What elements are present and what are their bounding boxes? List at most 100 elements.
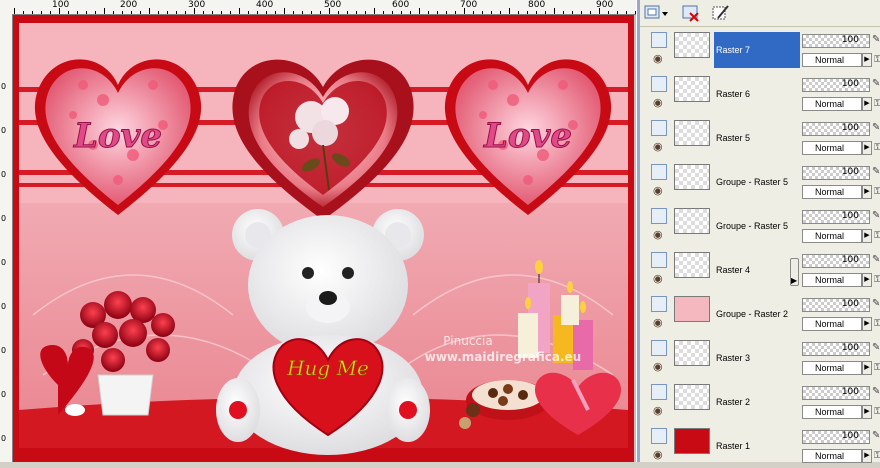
- visibility-eye-icon[interactable]: ◉: [653, 184, 663, 197]
- layer-row[interactable]: ◉ Raster 6: [650, 72, 800, 116]
- lock-icon[interactable]: ⚿: [874, 406, 880, 417]
- layer-name[interactable]: Raster 6: [714, 76, 800, 112]
- visibility-eye-icon[interactable]: ◉: [653, 52, 663, 65]
- blend-mode-select[interactable]: Normal: [802, 229, 862, 243]
- opacity-slider[interactable]: 100: [802, 34, 870, 48]
- layer-toggle-icon[interactable]: [651, 208, 667, 224]
- opacity-slider[interactable]: 100: [802, 166, 870, 180]
- visibility-eye-icon[interactable]: ◉: [653, 140, 663, 153]
- blend-dropdown-arrow-icon[interactable]: ▶: [862, 185, 872, 199]
- edit-pen-icon[interactable]: ✎: [872, 34, 880, 45]
- layer-row[interactable]: ◉ Raster 7: [650, 28, 800, 72]
- canvas-area[interactable]: 100 200 300 400 500 600 700 800 900 0 0 0 0 0 0 0 0 0: [0, 0, 636, 462]
- edit-pen-icon[interactable]: ✎: [872, 430, 880, 441]
- layer-name[interactable]: Raster 3: [714, 340, 800, 376]
- lock-icon[interactable]: ⚿: [874, 230, 880, 241]
- blend-dropdown-arrow-icon[interactable]: ▶: [862, 53, 872, 67]
- blend-dropdown-arrow-icon[interactable]: ▶: [862, 141, 872, 155]
- blend-mode-select[interactable]: Normal: [802, 273, 862, 287]
- layer-row[interactable]: ◉ Raster 4: [650, 248, 800, 292]
- blend-dropdown-arrow-icon[interactable]: ▶: [862, 361, 872, 375]
- blend-mode-select[interactable]: Normal: [802, 405, 862, 419]
- layer-name[interactable]: Raster 2: [714, 384, 800, 420]
- layer-toggle-icon[interactable]: [651, 32, 667, 48]
- edit-pen-icon[interactable]: ✎: [872, 298, 880, 309]
- lock-icon[interactable]: ⚿: [874, 98, 880, 109]
- layer-thumbnail[interactable]: [674, 32, 710, 58]
- layer-name[interactable]: Groupe - Raster 5: [714, 164, 800, 200]
- layer-row[interactable]: ◉ Raster 3: [650, 336, 800, 380]
- blend-mode-select[interactable]: Normal: [802, 185, 862, 199]
- edit-pen-icon[interactable]: ✎: [872, 210, 880, 221]
- blend-mode-select[interactable]: Normal: [802, 97, 862, 111]
- blend-dropdown-arrow-icon[interactable]: ▶: [862, 273, 872, 287]
- visibility-eye-icon[interactable]: ◉: [653, 448, 663, 461]
- visibility-eye-icon[interactable]: ◉: [653, 360, 663, 373]
- layer-name[interactable]: Groupe - Raster 5: [714, 208, 800, 244]
- visibility-eye-icon[interactable]: ◉: [653, 96, 663, 109]
- layer-row[interactable]: ◉ Groupe - Raster 5: [650, 204, 800, 248]
- lock-icon[interactable]: ⚿: [874, 186, 880, 197]
- edit-mask-icon[interactable]: [710, 3, 732, 23]
- layer-thumbnail[interactable]: [674, 252, 710, 278]
- layer-toggle-icon[interactable]: [651, 252, 667, 268]
- layer-toggle-icon[interactable]: [651, 340, 667, 356]
- layer-row[interactable]: ◉ Groupe - Raster 5: [650, 160, 800, 204]
- blend-dropdown-arrow-icon[interactable]: ▶: [862, 405, 872, 419]
- delete-layer-icon[interactable]: [680, 3, 702, 23]
- layer-thumbnail[interactable]: [674, 208, 710, 234]
- lock-icon[interactable]: ⚿: [874, 54, 880, 65]
- visibility-eye-icon[interactable]: ◉: [653, 228, 663, 241]
- layer-toggle-icon[interactable]: [651, 296, 667, 312]
- opacity-slider[interactable]: 100: [802, 298, 870, 312]
- layer-toggle-icon[interactable]: [651, 164, 667, 180]
- blend-dropdown-arrow-icon[interactable]: ▶: [862, 97, 872, 111]
- dropdown-arrow-icon[interactable]: [660, 3, 670, 23]
- layer-thumbnail[interactable]: [674, 296, 710, 322]
- layer-toggle-icon[interactable]: [651, 120, 667, 136]
- edit-pen-icon[interactable]: ✎: [872, 342, 880, 353]
- opacity-slider[interactable]: 100: [802, 78, 870, 92]
- layer-name[interactable]: Raster 1: [714, 428, 800, 464]
- layer-thumbnail[interactable]: [674, 120, 710, 146]
- layer-name[interactable]: Raster 4: [714, 252, 800, 288]
- edit-pen-icon[interactable]: ✎: [872, 254, 880, 265]
- layer-thumbnail[interactable]: [674, 164, 710, 190]
- opacity-slider[interactable]: 100: [802, 430, 870, 444]
- layer-thumbnail[interactable]: [674, 428, 710, 454]
- blend-dropdown-arrow-icon[interactable]: ▶: [862, 317, 872, 331]
- opacity-slider[interactable]: 100: [802, 342, 870, 356]
- blend-mode-select[interactable]: Normal: [802, 449, 862, 463]
- layer-name[interactable]: Raster 7: [714, 32, 800, 68]
- blend-mode-select[interactable]: Normal: [802, 317, 862, 331]
- blend-dropdown-arrow-icon[interactable]: ▶: [862, 229, 872, 243]
- layer-name[interactable]: Raster 5: [714, 120, 800, 156]
- opacity-slider[interactable]: 100: [802, 386, 870, 400]
- layer-thumbnail[interactable]: [674, 340, 710, 366]
- image-canvas[interactable]: Love Love Hug Me Pinuccia www.maidiregra…: [13, 15, 634, 462]
- blend-mode-select[interactable]: Normal: [802, 53, 862, 67]
- edit-pen-icon[interactable]: ✎: [872, 386, 880, 397]
- layer-thumbnail[interactable]: [674, 76, 710, 102]
- layer-row[interactable]: ◉ Raster 5: [650, 116, 800, 160]
- layer-thumbnail[interactable]: [674, 384, 710, 410]
- blend-mode-select[interactable]: Normal: [802, 361, 862, 375]
- blend-dropdown-arrow-icon[interactable]: ▶: [862, 449, 872, 463]
- lock-icon[interactable]: ⚿: [874, 274, 880, 285]
- opacity-slider[interactable]: 100: [802, 254, 870, 268]
- opacity-slider[interactable]: 100: [802, 122, 870, 136]
- edit-pen-icon[interactable]: ✎: [872, 78, 880, 89]
- blend-mode-select[interactable]: Normal: [802, 141, 862, 155]
- visibility-eye-icon[interactable]: ◉: [653, 404, 663, 417]
- layer-toggle-icon[interactable]: [651, 76, 667, 92]
- opacity-slider[interactable]: 100: [802, 210, 870, 224]
- layer-row[interactable]: ◉ Raster 1: [650, 424, 800, 468]
- lock-icon[interactable]: ⚿: [874, 318, 880, 329]
- edit-pen-icon[interactable]: ✎: [872, 166, 880, 177]
- layer-row[interactable]: ◉ Raster 2: [650, 380, 800, 424]
- edit-pen-icon[interactable]: ✎: [872, 122, 880, 133]
- expand-arrow-icon[interactable]: ▶: [791, 276, 797, 285]
- lock-icon[interactable]: ⚿: [874, 450, 880, 461]
- lock-icon[interactable]: ⚿: [874, 362, 880, 373]
- layer-row[interactable]: ◉ Groupe - Raster 2: [650, 292, 800, 336]
